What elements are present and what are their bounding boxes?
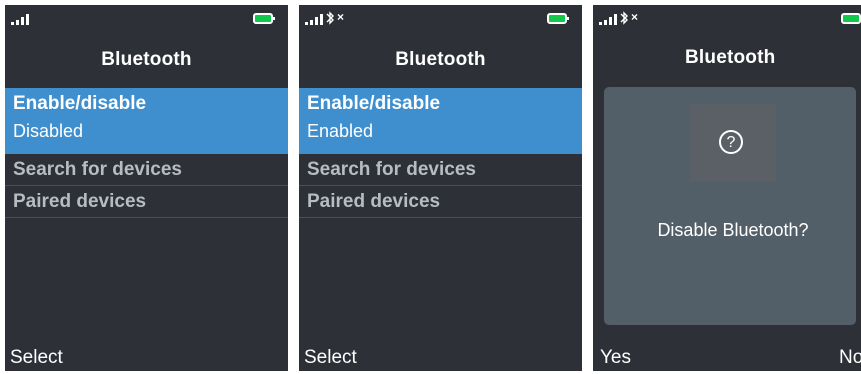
dialog-icon-box: ? xyxy=(690,104,776,182)
bluetooth-off-mark: × xyxy=(631,10,639,24)
page-title: Bluetooth xyxy=(685,47,776,68)
signal-icon xyxy=(11,13,33,25)
signal-icon xyxy=(599,13,621,25)
status-bar: × xyxy=(593,5,861,29)
signal-icon xyxy=(305,13,327,25)
status-bar xyxy=(5,5,288,29)
battery-icon xyxy=(253,13,275,24)
bluetooth-menu: Enable/disable Enabled Search for device… xyxy=(299,88,582,218)
menu-item-paired-devices[interactable]: Paired devices xyxy=(5,186,288,218)
phone-screen-disable-confirm: × Bluetooth ? Disable Bluetooth? Yes No xyxy=(593,5,861,371)
menu-item-label: Paired devices xyxy=(13,191,147,212)
battery-icon xyxy=(547,13,569,24)
battery-icon xyxy=(841,13,861,24)
menu-item-label: Search for devices xyxy=(307,159,476,180)
bluetooth-icon xyxy=(326,11,334,25)
menu-item-value: Disabled xyxy=(13,121,84,141)
softkey-no[interactable]: No xyxy=(839,347,861,369)
menu-item-paired-devices[interactable]: Paired devices xyxy=(299,186,582,218)
bluetooth-off-mark: × xyxy=(337,10,345,24)
page-title: Bluetooth xyxy=(395,49,486,70)
menu-item-enable-disable[interactable]: Enable/disable Disabled xyxy=(5,88,288,154)
softkey-select[interactable]: Select xyxy=(10,347,63,369)
menu-item-enable-disable[interactable]: Enable/disable Enabled xyxy=(299,88,582,154)
menu-item-label: Search for devices xyxy=(13,159,182,180)
softkey-yes[interactable]: Yes xyxy=(600,347,631,369)
menu-item-label: Enable/disable xyxy=(13,93,147,114)
status-bar: × xyxy=(299,5,582,29)
menu-item-value: Enabled xyxy=(307,121,374,141)
bluetooth-icon xyxy=(620,11,628,25)
phone-screen-bluetooth-disabled: Bluetooth Enable/disable Disabled Search… xyxy=(5,5,288,371)
menu-item-label: Enable/disable xyxy=(307,93,441,114)
confirm-dialog: ? Disable Bluetooth? xyxy=(604,87,856,325)
bluetooth-menu: Enable/disable Disabled Search for devic… xyxy=(5,88,288,218)
menu-item-label: Paired devices xyxy=(307,191,441,212)
page-title: Bluetooth xyxy=(101,49,192,70)
softkey-select[interactable]: Select xyxy=(304,347,357,369)
question-icon: ? xyxy=(719,130,743,154)
menu-item-search-devices[interactable]: Search for devices xyxy=(299,154,582,186)
dialog-message: Disable Bluetooth? xyxy=(657,220,809,240)
phone-screen-bluetooth-enabled: × Bluetooth Enable/disable Enabled Searc… xyxy=(299,5,582,371)
menu-item-search-devices[interactable]: Search for devices xyxy=(5,154,288,186)
